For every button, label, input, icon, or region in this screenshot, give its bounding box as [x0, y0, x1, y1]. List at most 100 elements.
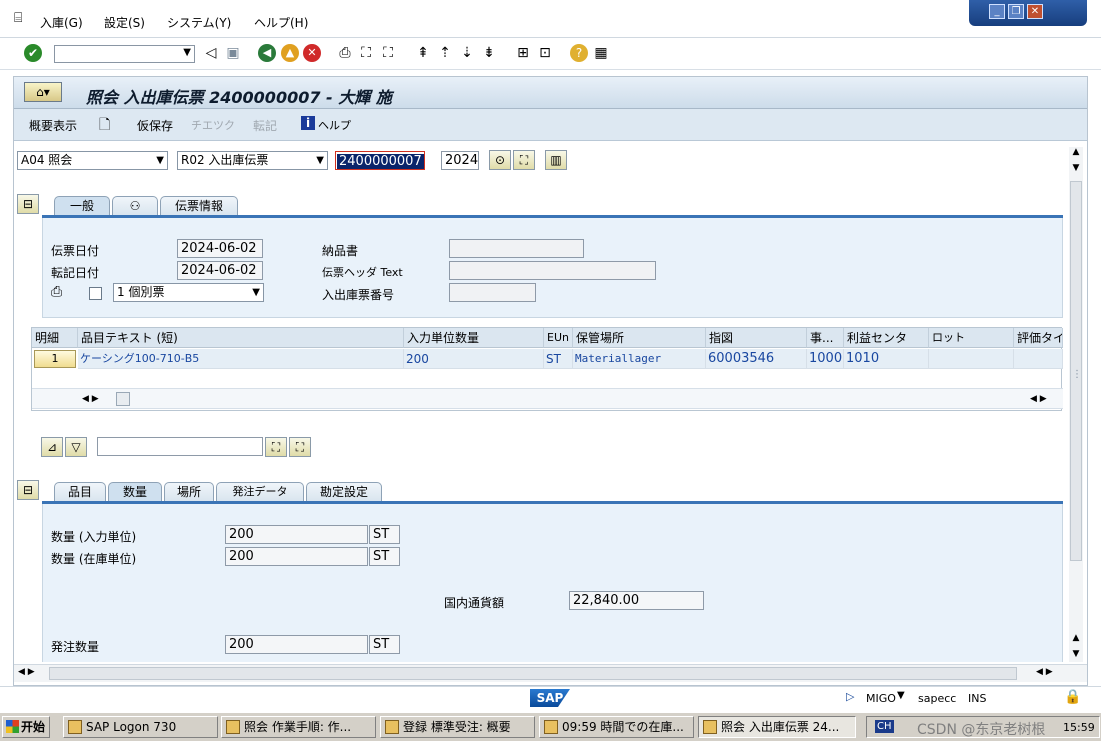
info-icon[interactable]: i [301, 116, 315, 130]
action-select[interactable]: A04 照会 ▼ [17, 151, 168, 170]
slip-no-field[interactable] [449, 283, 536, 302]
help-icon[interactable]: ? [570, 44, 588, 62]
col-header-order[interactable]: 指図 [706, 328, 807, 348]
filter-icon[interactable]: ▽ [65, 437, 87, 457]
post-button[interactable]: 転記 [253, 117, 277, 134]
first-page-icon[interactable]: ⇞ [414, 44, 432, 62]
col-header-profit[interactable]: 利益センタ [844, 328, 929, 348]
status-mode[interactable]: INS [968, 692, 986, 705]
find-next-icon[interactable]: ⛶ [379, 44, 397, 62]
new-doc-icon[interactable]: 🗋 [99, 114, 110, 138]
grid-icon[interactable]: ▥ [545, 150, 567, 170]
resize-grip-icon[interactable]: ⋮ [1072, 369, 1082, 380]
screen-menu-icon[interactable]: ⌂▾ [24, 82, 62, 102]
menu-item-help[interactable]: ヘルプ(H) [254, 14, 308, 31]
cancel-icon[interactable]: ✕ [303, 44, 321, 62]
scroll-thumb[interactable] [116, 392, 130, 406]
cell-valtype[interactable] [1014, 349, 1063, 369]
layout-menu-icon[interactable]: ▦ [592, 44, 610, 62]
help-button[interactable]: ヘルプ [318, 117, 351, 133]
cell-text[interactable]: ケーシング100-710-B5 [78, 349, 404, 369]
restore-button[interactable]: ❐ [1008, 4, 1024, 19]
po-qty-field[interactable]: 200 [225, 635, 368, 654]
language-indicator[interactable]: CH [875, 720, 894, 733]
chevron-down-icon[interactable]: ▼ [183, 47, 191, 58]
tab-partner[interactable]: ⚇ [112, 196, 158, 216]
menu-item-goods-receipt[interactable]: 入庫(G) [40, 14, 83, 31]
col-header-plant[interactable]: 事... [807, 328, 844, 348]
scroll-left-icon[interactable]: ◀ ▶ [18, 667, 35, 677]
task-routing[interactable]: 照会 作業手順: 作... [221, 716, 376, 738]
qty-entry-field[interactable]: 200 [225, 525, 368, 544]
menu-item-settings[interactable]: 設定(S) [104, 14, 145, 31]
print-icon[interactable]: ⎙ [336, 44, 354, 62]
find-next-icon[interactable]: ⛶ [289, 437, 311, 457]
scroll-down-icon[interactable]: ▼ [1069, 163, 1083, 173]
execute-icon[interactable]: ⊙ [489, 150, 511, 170]
scroll-thumb[interactable] [49, 667, 1017, 680]
qty-stock-field[interactable]: 200 [225, 547, 368, 566]
next-page-icon[interactable]: ⇣ [458, 44, 476, 62]
menu-icon[interactable]: ⌸ [14, 10, 22, 26]
col-header-line[interactable]: 明細 [32, 328, 78, 348]
tab-doc-info[interactable]: 伝票情報 [160, 196, 238, 216]
cell-qty[interactable]: 200 [404, 349, 544, 369]
col-header-unit[interactable]: EUn [544, 328, 573, 348]
col-header-sloc[interactable]: 保管場所 [573, 328, 706, 348]
scroll-up-icon[interactable]: ▲ [1069, 633, 1083, 643]
doc-number-input[interactable]: 2400000007 [335, 151, 425, 170]
task-sap-logon[interactable]: SAP Logon 730 [63, 716, 218, 738]
tab-quantity[interactable]: 数量 [108, 482, 162, 502]
qty-stock-unit[interactable]: ST [369, 547, 400, 566]
scroll-right-icon[interactable]: ◀ ▶ [1036, 667, 1053, 677]
cell-profit[interactable]: 1010 [844, 349, 929, 369]
col-header-batch[interactable]: ロット [929, 328, 1014, 348]
enter-icon[interactable]: ✔ [24, 44, 42, 62]
collapse-detail-icon[interactable]: ⊟ [17, 480, 39, 500]
year-input[interactable]: 2024 [441, 151, 479, 170]
prev-page-icon[interactable]: ⇡ [436, 44, 454, 62]
tab-po-data[interactable]: 発注データ [216, 482, 304, 502]
command-field[interactable]: ▼ [54, 45, 195, 63]
select-all-icon[interactable]: ⊿ [41, 437, 63, 457]
po-qty-unit[interactable]: ST [369, 635, 400, 654]
cell-batch[interactable] [929, 349, 1014, 369]
find-icon[interactable]: ⛶ [513, 150, 535, 170]
scroll-right-icon[interactable]: ◀ ▶ [1030, 389, 1047, 408]
scroll-down-icon[interactable]: ▼ [1069, 649, 1083, 659]
cell-order[interactable]: 60003546 [706, 349, 807, 369]
chevron-down-icon[interactable]: ▼ [897, 690, 905, 701]
col-header-text[interactable]: 品目テキスト (短) [78, 328, 404, 348]
row-selector[interactable]: 1 [34, 350, 76, 368]
save-icon[interactable]: ▣ [224, 44, 242, 62]
cell-plant[interactable]: 1000 [807, 349, 844, 369]
col-header-qty[interactable]: 入力単位数量 [404, 328, 544, 348]
last-page-icon[interactable]: ⇟ [480, 44, 498, 62]
scroll-left-icon[interactable]: ◀ ▶ [82, 389, 99, 408]
refdoc-select[interactable]: R02 入出庫伝票 ▼ [177, 151, 328, 170]
delivery-note-field[interactable] [449, 239, 584, 258]
minimize-button[interactable]: _ [989, 4, 1005, 19]
tab-material[interactable]: 品目 [54, 482, 106, 502]
print-version-select[interactable]: 1 個別票 ▼ [113, 283, 264, 302]
collapse-header-icon[interactable]: ⊟ [17, 194, 39, 214]
start-button[interactable]: 开始 [2, 716, 50, 738]
qty-entry-unit[interactable]: ST [369, 525, 400, 544]
hold-button[interactable]: 仮保存 [137, 117, 173, 134]
back-icon[interactable]: ◀ [258, 44, 276, 62]
doc-date-field[interactable]: 2024-06-02 [177, 239, 263, 258]
task-migo[interactable]: 照会 入出庫伝票 24... [698, 716, 856, 738]
find-icon[interactable]: ⛶ [357, 44, 375, 62]
cell-sloc[interactable]: Materiallager [573, 349, 706, 369]
task-stock[interactable]: 09:59 時間での在庫... [539, 716, 694, 738]
find-icon[interactable]: ⛶ [265, 437, 287, 457]
header-text-field[interactable] [449, 261, 656, 280]
check-button[interactable]: チエツク [191, 117, 235, 133]
cell-unit[interactable]: ST [544, 349, 573, 369]
print-checkbox[interactable] [89, 287, 102, 300]
col-header-valtype[interactable]: 評価タイ [1014, 328, 1063, 348]
post-date-field[interactable]: 2024-06-02 [177, 261, 263, 280]
status-expand-icon[interactable]: ▷ [846, 690, 854, 703]
menu-item-system[interactable]: システム(Y) [167, 14, 231, 31]
close-button[interactable]: ✕ [1027, 4, 1043, 19]
